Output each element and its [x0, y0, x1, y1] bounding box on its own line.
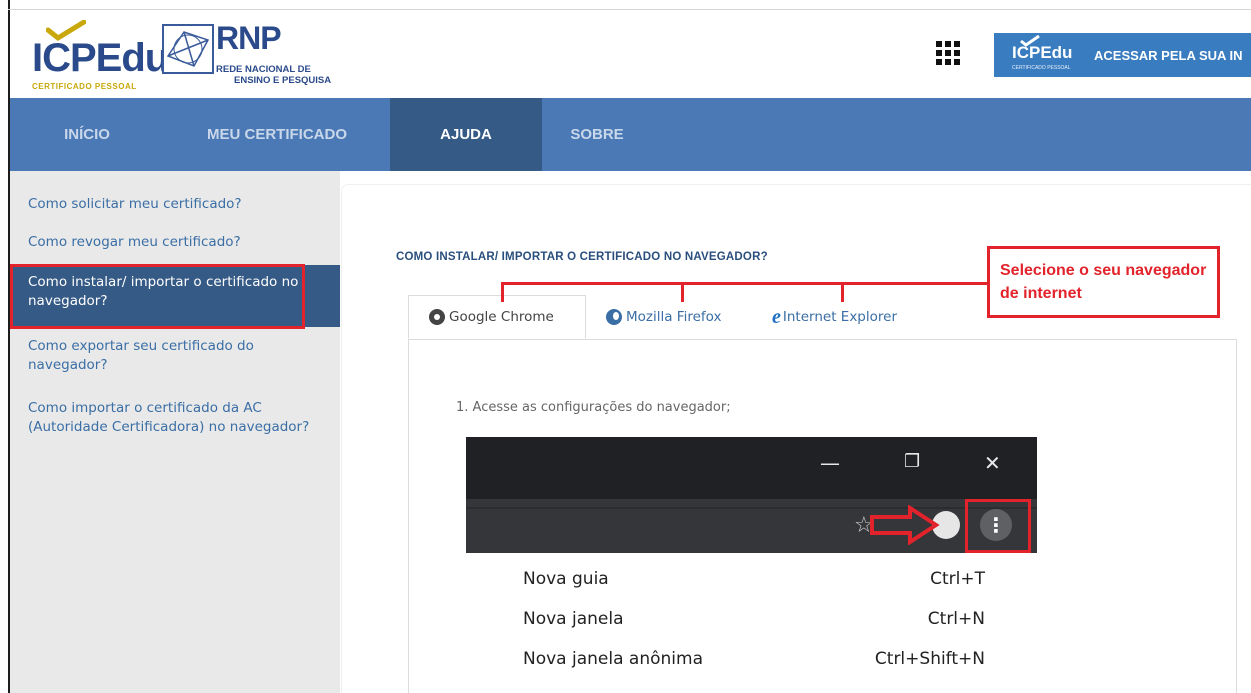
sidebar-item-label: Como revogar meu certificado? — [28, 234, 241, 250]
tab-label: Google Chrome — [449, 309, 554, 325]
sidebar-item-exportar[interactable]: Como exportar seu certificado do navegad… — [10, 337, 340, 375]
browser-toolbar: ☆ ⋮ — [466, 499, 1037, 553]
menu-item-nova-guia[interactable]: Nova guia Ctrl+T — [466, 561, 1037, 601]
header: ICPEdu CERTIFICADO PESSOAL RNP REDE NACI… — [10, 10, 1251, 98]
sidebar-item-revogar[interactable]: Como revogar meu certificado? — [10, 233, 340, 252]
tab-label: Internet Explorer — [782, 309, 897, 325]
access-button-label: ACESSAR PELA SUA IN — [1094, 47, 1243, 63]
sidebar-item-label: Como solicitar meu certificado? — [28, 196, 242, 212]
sidebar-item-importar-ac[interactable]: Como importar o certificado da AC (Autor… — [10, 399, 340, 437]
icpedu-logo-text: ICPEdu — [32, 36, 169, 80]
annotation-connector-horizontal — [501, 282, 988, 285]
access-logo: ICPEdu CERTIFICADO PESSOAL — [994, 33, 1094, 77]
nav-inicio[interactable]: INÍCIO — [10, 98, 164, 171]
step-1-text: 1. Acesse as configurações do navegador; — [456, 400, 731, 415]
browser-menu: Nova guia Ctrl+T Nova janela Ctrl+N Nova… — [466, 553, 1037, 693]
kebab-highlight-box — [965, 499, 1031, 553]
main-nav: INÍCIO MEU CERTIFICADO AJUDA SOBRE — [10, 98, 1251, 171]
nav-sobre[interactable]: SOBRE — [542, 98, 652, 171]
rnp-sub-line1: REDE NACIONAL DE — [216, 64, 311, 75]
annotation-callout: Selecione o seu navegador de internet — [987, 246, 1220, 318]
tab-internet-explorer[interactable]: e Internet Explorer — [772, 295, 897, 339]
chrome-icon — [429, 309, 445, 325]
help-sidebar: Como solicitar meu certificado? Como rev… — [10, 171, 340, 693]
icpedu-logo[interactable]: ICPEdu CERTIFICADO PESSOAL — [32, 20, 169, 91]
menu-item-nova-janela[interactable]: Nova janela Ctrl+N — [466, 601, 1037, 641]
menu-item-label: Nova guia — [523, 569, 609, 589]
menu-item-nova-janela-anonima[interactable]: Nova janela anônima Ctrl+Shift+N — [466, 641, 1037, 681]
callout-text: Selecione o seu navegador de internet — [1000, 262, 1207, 302]
access-logo-text: ICPEdu — [1012, 43, 1073, 62]
sidebar-item-solicitar[interactable]: Como solicitar meu certificado? — [10, 195, 340, 214]
menu-item-label: Nova janela — [523, 609, 624, 629]
sidebar-item-label: Como importar o certificado da AC (Autor… — [28, 400, 310, 435]
rnp-logo[interactable]: RNP REDE NACIONAL DE ENSINO E PESQUISA — [162, 20, 332, 94]
internet-explorer-icon: e — [772, 306, 781, 328]
red-arrow-icon — [870, 505, 940, 545]
apps-grid-icon[interactable] — [936, 41, 960, 65]
tab-google-chrome[interactable]: Google Chrome — [408, 295, 586, 339]
sidebar-item-label: Como exportar seu certificado do navegad… — [28, 338, 254, 373]
menu-item-shortcut: Ctrl+N — [927, 609, 985, 629]
sidebar-highlight-box — [10, 264, 305, 329]
nav-ajuda[interactable]: AJUDA — [390, 98, 542, 171]
annotation-connector-ie — [841, 282, 844, 302]
menu-item-label: Nova janela anônima — [523, 649, 703, 669]
browser-screenshot: — ❐ ✕ ☆ ⋮ Nova guia Ctrl+T Nova janela C… — [466, 437, 1037, 693]
nav-meu-certificado[interactable]: MEU CERTIFICADO — [164, 98, 390, 171]
annotation-connector-chrome — [501, 282, 504, 302]
rnp-globe-icon — [162, 24, 214, 74]
browser-title-bar: — ❐ ✕ — [466, 437, 1037, 499]
rnp-logo-title: RNP — [216, 20, 282, 56]
access-institution-button[interactable]: ICPEdu CERTIFICADO PESSOAL ACESSAR PELA … — [994, 33, 1251, 77]
firefox-icon — [606, 309, 622, 325]
tab-label: Mozilla Firefox — [626, 309, 722, 325]
restore-icon: ❐ — [904, 451, 921, 472]
tab-mozilla-firefox[interactable]: Mozilla Firefox — [606, 295, 722, 339]
access-logo-subtitle: CERTIFICADO PESSOAL — [1012, 65, 1071, 71]
close-icon: ✕ — [984, 451, 1001, 475]
menu-item-shortcut: Ctrl+Shift+N — [874, 649, 985, 669]
minimize-icon: — — [820, 451, 840, 475]
menu-item-shortcut: Ctrl+T — [930, 569, 985, 589]
rnp-logo-subtitle: REDE NACIONAL DE ENSINO E PESQUISA — [216, 64, 331, 86]
section-title: COMO INSTALAR/ IMPORTAR O CERTIFICADO NO… — [396, 251, 768, 263]
rnp-sub-line2: ENSINO E PESQUISA — [234, 75, 332, 86]
icpedu-logo-subtitle: CERTIFICADO PESSOAL — [32, 82, 137, 91]
annotation-connector-firefox — [681, 282, 684, 302]
